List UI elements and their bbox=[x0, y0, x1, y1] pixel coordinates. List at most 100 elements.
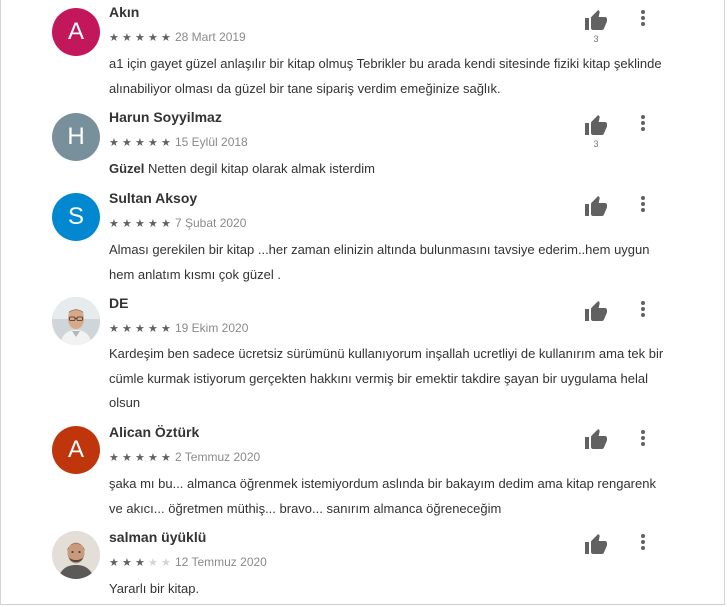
review-text-block: şaka mı bu... almanca öğrenmek istemiyor… bbox=[109, 472, 669, 521]
more-options-button[interactable] bbox=[636, 301, 650, 323]
avatar-initial: S bbox=[67, 203, 84, 230]
avatar bbox=[52, 531, 100, 579]
star-filled-icon: ★ bbox=[135, 323, 145, 335]
avatar: A bbox=[52, 426, 100, 474]
review-meta: ★ ★ ★ ★ ★ 19 Ekim 2020 bbox=[109, 319, 249, 335]
more-options-button[interactable] bbox=[636, 430, 650, 452]
more-options-button[interactable] bbox=[636, 534, 650, 556]
helpful-count: 3 bbox=[593, 139, 599, 149]
helpful-button[interactable] bbox=[583, 428, 609, 452]
reviewer-name: Sultan Aksoy bbox=[109, 190, 198, 206]
review-text: Netten degil kitap olarak almak isterdim bbox=[148, 161, 375, 176]
review-text: Alması gerekilen bir kitap ...her zaman … bbox=[109, 242, 650, 282]
star-filled-icon: ★ bbox=[135, 32, 145, 44]
review-meta: ★ ★ ★ ★ ★ 28 Mart 2019 bbox=[109, 28, 246, 44]
helpful-button[interactable] bbox=[583, 300, 609, 324]
star-filled-icon: ★ bbox=[148, 32, 158, 44]
review-text: Kardeşim ben sadece ücretsiz sürümünü ku… bbox=[109, 346, 664, 410]
star-rating: ★ ★ ★ ★ ★ bbox=[109, 553, 174, 571]
more-vertical-icon bbox=[641, 115, 645, 119]
star-filled-icon: ★ bbox=[122, 218, 132, 230]
reviewer-name: Alican Öztürk bbox=[109, 424, 200, 440]
star-filled-icon: ★ bbox=[109, 323, 119, 335]
review-date: 15 Eylül 2018 bbox=[175, 135, 248, 149]
helpful-button[interactable]: 3 bbox=[583, 114, 609, 149]
star-filled-icon: ★ bbox=[148, 323, 158, 335]
profile-photo bbox=[52, 297, 100, 345]
helpful-button[interactable]: 3 bbox=[583, 9, 609, 44]
star-rating: ★ ★ ★ ★ ★ bbox=[109, 214, 174, 232]
star-filled-icon: ★ bbox=[148, 452, 158, 464]
star-empty-icon: ★ bbox=[148, 557, 158, 569]
avatar-initial: A bbox=[67, 436, 84, 463]
helpful-count: 3 bbox=[593, 34, 599, 44]
more-options-button[interactable] bbox=[636, 10, 650, 32]
profile-photo bbox=[52, 531, 100, 579]
more-vertical-icon bbox=[641, 196, 645, 200]
review-text-block: Alması gerekilen bir kitap ...her zaman … bbox=[109, 238, 669, 287]
more-vertical-icon-dot bbox=[641, 127, 645, 131]
more-vertical-icon bbox=[641, 10, 645, 14]
star-filled-icon: ★ bbox=[109, 452, 119, 464]
star-filled-icon: ★ bbox=[122, 32, 132, 44]
thumbs-up-icon bbox=[583, 300, 609, 324]
star-filled-icon: ★ bbox=[135, 218, 145, 230]
thumbs-up-icon bbox=[583, 533, 609, 557]
star-rating: ★ ★ ★ ★ ★ bbox=[109, 319, 174, 337]
more-vertical-icon-dot bbox=[641, 540, 645, 544]
avatar bbox=[52, 297, 100, 345]
star-filled-icon: ★ bbox=[161, 218, 171, 230]
review-text-block: Güzel Netten degil kitap olarak almak is… bbox=[109, 157, 669, 182]
review-text-block: Yararlı bir kitap. bbox=[109, 577, 669, 602]
review-date: 2 Temmuz 2020 bbox=[175, 450, 261, 464]
avatar: S bbox=[52, 193, 100, 241]
review-text-block: a1 için gayet güzel anlaşılır bir kitap … bbox=[109, 52, 669, 101]
review-text-block: Kardeşim ben sadece ücretsiz sürümünü ku… bbox=[109, 342, 669, 416]
review-date: 19 Ekim 2020 bbox=[175, 321, 249, 335]
review-meta: ★ ★ ★ ★ ★ 15 Eylül 2018 bbox=[109, 133, 248, 149]
helpful-button[interactable] bbox=[583, 533, 609, 557]
star-filled-icon: ★ bbox=[148, 137, 158, 149]
star-filled-icon: ★ bbox=[135, 557, 145, 569]
more-options-button[interactable] bbox=[636, 196, 650, 218]
star-filled-icon: ★ bbox=[161, 452, 171, 464]
helpful-button[interactable] bbox=[583, 195, 609, 219]
review-meta: ★ ★ ★ ★ ★ 7 Şubat 2020 bbox=[109, 214, 246, 230]
more-vertical-icon-dot bbox=[641, 313, 645, 317]
more-vertical-icon bbox=[641, 301, 645, 305]
review-meta: ★ ★ ★ ★ ★ 12 Temmuz 2020 bbox=[109, 553, 267, 569]
star-filled-icon: ★ bbox=[109, 137, 119, 149]
star-filled-icon: ★ bbox=[161, 137, 171, 149]
review-date: 28 Mart 2019 bbox=[175, 30, 246, 44]
star-rating: ★ ★ ★ ★ ★ bbox=[109, 448, 174, 466]
star-filled-icon: ★ bbox=[148, 218, 158, 230]
more-vertical-icon-dot bbox=[641, 307, 645, 311]
review-title: Güzel bbox=[109, 161, 145, 176]
more-vertical-icon-dot bbox=[641, 16, 645, 20]
review-text: şaka mı bu... almanca öğrenmek istemiyor… bbox=[109, 476, 656, 516]
review-meta: ★ ★ ★ ★ ★ 2 Temmuz 2020 bbox=[109, 448, 261, 464]
avatar: H bbox=[52, 113, 100, 161]
more-vertical-icon-dot bbox=[641, 208, 645, 212]
avatar: A bbox=[52, 8, 100, 56]
star-filled-icon: ★ bbox=[122, 323, 132, 335]
star-empty-icon: ★ bbox=[161, 557, 171, 569]
star-filled-icon: ★ bbox=[122, 452, 132, 464]
thumbs-up-icon bbox=[583, 114, 609, 138]
star-filled-icon: ★ bbox=[135, 137, 145, 149]
thumbs-up-icon bbox=[583, 428, 609, 452]
star-filled-icon: ★ bbox=[122, 557, 132, 569]
more-vertical-icon bbox=[641, 430, 645, 434]
more-vertical-icon-dot bbox=[641, 22, 645, 26]
review-text: a1 için gayet güzel anlaşılır bir kitap … bbox=[109, 56, 662, 96]
star-filled-icon: ★ bbox=[161, 323, 171, 335]
avatar-initial: A bbox=[67, 18, 84, 45]
more-vertical-icon-dot bbox=[641, 121, 645, 125]
more-vertical-icon-dot bbox=[641, 442, 645, 446]
more-options-button[interactable] bbox=[636, 115, 650, 137]
more-vertical-icon-dot bbox=[641, 436, 645, 440]
star-filled-icon: ★ bbox=[109, 32, 119, 44]
more-vertical-icon bbox=[641, 534, 645, 538]
reviewer-name: DE bbox=[109, 295, 129, 311]
thumbs-up-icon bbox=[583, 195, 609, 219]
